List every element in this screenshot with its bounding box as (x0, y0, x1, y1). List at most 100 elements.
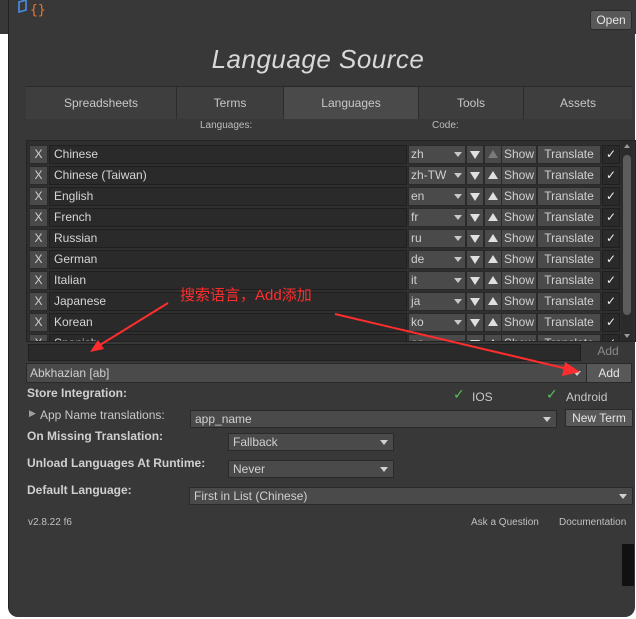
remove-language-button[interactable]: X (29, 292, 48, 311)
list-scrollbar[interactable] (621, 141, 633, 341)
app-name-select[interactable]: app_name (190, 410, 557, 428)
translate-button[interactable]: Translate (537, 334, 601, 341)
remove-language-button[interactable]: X (29, 250, 48, 269)
move-up-button[interactable] (484, 208, 502, 227)
language-name-field[interactable]: German (49, 250, 407, 269)
open-button[interactable]: Open (590, 10, 632, 30)
unload-languages-select[interactable]: Never (228, 460, 394, 478)
language-search-input[interactable] (28, 344, 581, 361)
language-enabled-checkbox[interactable]: ✓ (602, 334, 620, 341)
move-up-button[interactable] (484, 271, 502, 290)
translate-button[interactable]: Translate (537, 208, 601, 227)
language-code-select[interactable]: it (408, 271, 466, 290)
language-code-select[interactable]: ko (408, 313, 466, 332)
language-code-select[interactable]: de (408, 250, 466, 269)
move-down-button[interactable] (466, 166, 484, 185)
language-enabled-checkbox[interactable]: ✓ (602, 250, 620, 269)
move-up-button[interactable] (484, 187, 502, 206)
move-up-button[interactable] (484, 145, 502, 164)
translate-button[interactable]: Translate (537, 271, 601, 290)
language-enabled-checkbox[interactable]: ✓ (602, 208, 620, 227)
show-button[interactable]: Show (501, 166, 537, 185)
default-language-select[interactable]: First in List (Chinese) (189, 487, 633, 505)
language-code-select[interactable]: en (408, 187, 466, 206)
translate-button[interactable]: Translate (537, 292, 601, 311)
remove-language-button[interactable]: X (29, 271, 48, 290)
move-up-button[interactable] (484, 292, 502, 311)
remove-language-button[interactable]: X (29, 334, 48, 341)
language-enabled-checkbox[interactable]: ✓ (602, 292, 620, 311)
show-button[interactable]: Show (501, 145, 537, 164)
translate-button[interactable]: Translate (537, 187, 601, 206)
move-down-button[interactable] (466, 250, 484, 269)
translate-button[interactable]: Translate (537, 145, 601, 164)
remove-language-button[interactable]: X (29, 145, 48, 164)
remove-language-button[interactable]: X (29, 187, 48, 206)
show-button[interactable]: Show (501, 208, 537, 227)
language-code-select[interactable]: fr (408, 208, 466, 227)
language-enabled-checkbox[interactable]: ✓ (602, 229, 620, 248)
move-down-button[interactable] (466, 229, 484, 248)
add-search-button[interactable]: Add (586, 343, 630, 360)
move-down-button[interactable] (466, 208, 484, 227)
move-down-button[interactable] (466, 271, 484, 290)
scroll-down-icon[interactable] (624, 334, 630, 338)
language-enabled-checkbox[interactable]: ✓ (602, 166, 620, 185)
language-code-select[interactable]: ja (408, 292, 466, 311)
show-button[interactable]: Show (501, 250, 537, 269)
move-down-button[interactable] (466, 292, 484, 311)
show-button[interactable]: Show (501, 271, 537, 290)
move-down-button[interactable] (466, 313, 484, 332)
tab-languages[interactable]: Languages (284, 87, 419, 119)
remove-language-button[interactable]: X (29, 208, 48, 227)
tab-tools[interactable]: Tools (419, 87, 524, 119)
move-down-button[interactable] (466, 334, 484, 341)
add-language-button[interactable]: Add (586, 363, 632, 383)
android-check-icon[interactable]: ✓ (546, 386, 558, 403)
language-name-field[interactable]: Chinese (Taiwan) (49, 166, 407, 185)
documentation-link[interactable]: Documentation (559, 517, 626, 528)
language-enabled-checkbox[interactable]: ✓ (602, 313, 620, 332)
ios-check-icon[interactable]: ✓ (453, 386, 465, 403)
show-button[interactable]: Show (501, 187, 537, 206)
move-down-button[interactable] (466, 187, 484, 206)
translate-button[interactable]: Translate (537, 250, 601, 269)
missing-translation-select[interactable]: Fallback (228, 433, 394, 451)
move-up-button[interactable] (484, 229, 502, 248)
new-term-button[interactable]: New Term (565, 409, 633, 427)
move-up-button[interactable] (484, 334, 502, 341)
foldout-arrow-icon[interactable]: ▶ (29, 408, 36, 419)
language-code-select[interactable]: zh (408, 145, 466, 164)
language-code-select[interactable]: ru (408, 229, 466, 248)
language-name-field[interactable]: Russian (49, 229, 407, 248)
language-name-field[interactable]: French (49, 208, 407, 227)
move-up-button[interactable] (484, 250, 502, 269)
language-name-field[interactable]: English (49, 187, 407, 206)
move-down-button[interactable] (466, 145, 484, 164)
translate-button[interactable]: Translate (537, 166, 601, 185)
tab-assets[interactable]: Assets (524, 87, 632, 119)
tab-spreadsheets[interactable]: Spreadsheets (26, 87, 177, 119)
language-enabled-checkbox[interactable]: ✓ (602, 145, 620, 164)
show-button[interactable]: Show (501, 292, 537, 311)
show-button[interactable]: Show (501, 334, 537, 341)
language-name-field[interactable]: Chinese (49, 145, 407, 164)
language-name-field[interactable]: Korean (49, 313, 407, 332)
edge-handle[interactable] (622, 544, 634, 586)
remove-language-button[interactable]: X (29, 229, 48, 248)
translate-button[interactable]: Translate (537, 313, 601, 332)
language-list[interactable]: X Chinese zh Show Translate ✓ X Chinese (Taiwan… (26, 140, 636, 342)
remove-language-button[interactable]: X (29, 166, 48, 185)
translate-button[interactable]: Translate (537, 229, 601, 248)
language-select[interactable]: Abkhazian [ab] (26, 363, 587, 383)
remove-language-button[interactable]: X (29, 313, 48, 332)
tab-terms[interactable]: Terms (177, 87, 284, 119)
scroll-up-icon[interactable] (624, 144, 630, 148)
language-enabled-checkbox[interactable]: ✓ (602, 187, 620, 206)
show-button[interactable]: Show (501, 229, 537, 248)
language-code-select[interactable]: es (408, 334, 466, 341)
language-code-select[interactable]: zh-TW (408, 166, 466, 185)
move-up-button[interactable] (484, 313, 502, 332)
language-name-field[interactable]: Spanish (49, 334, 407, 341)
ask-question-link[interactable]: Ask a Question (471, 517, 539, 528)
